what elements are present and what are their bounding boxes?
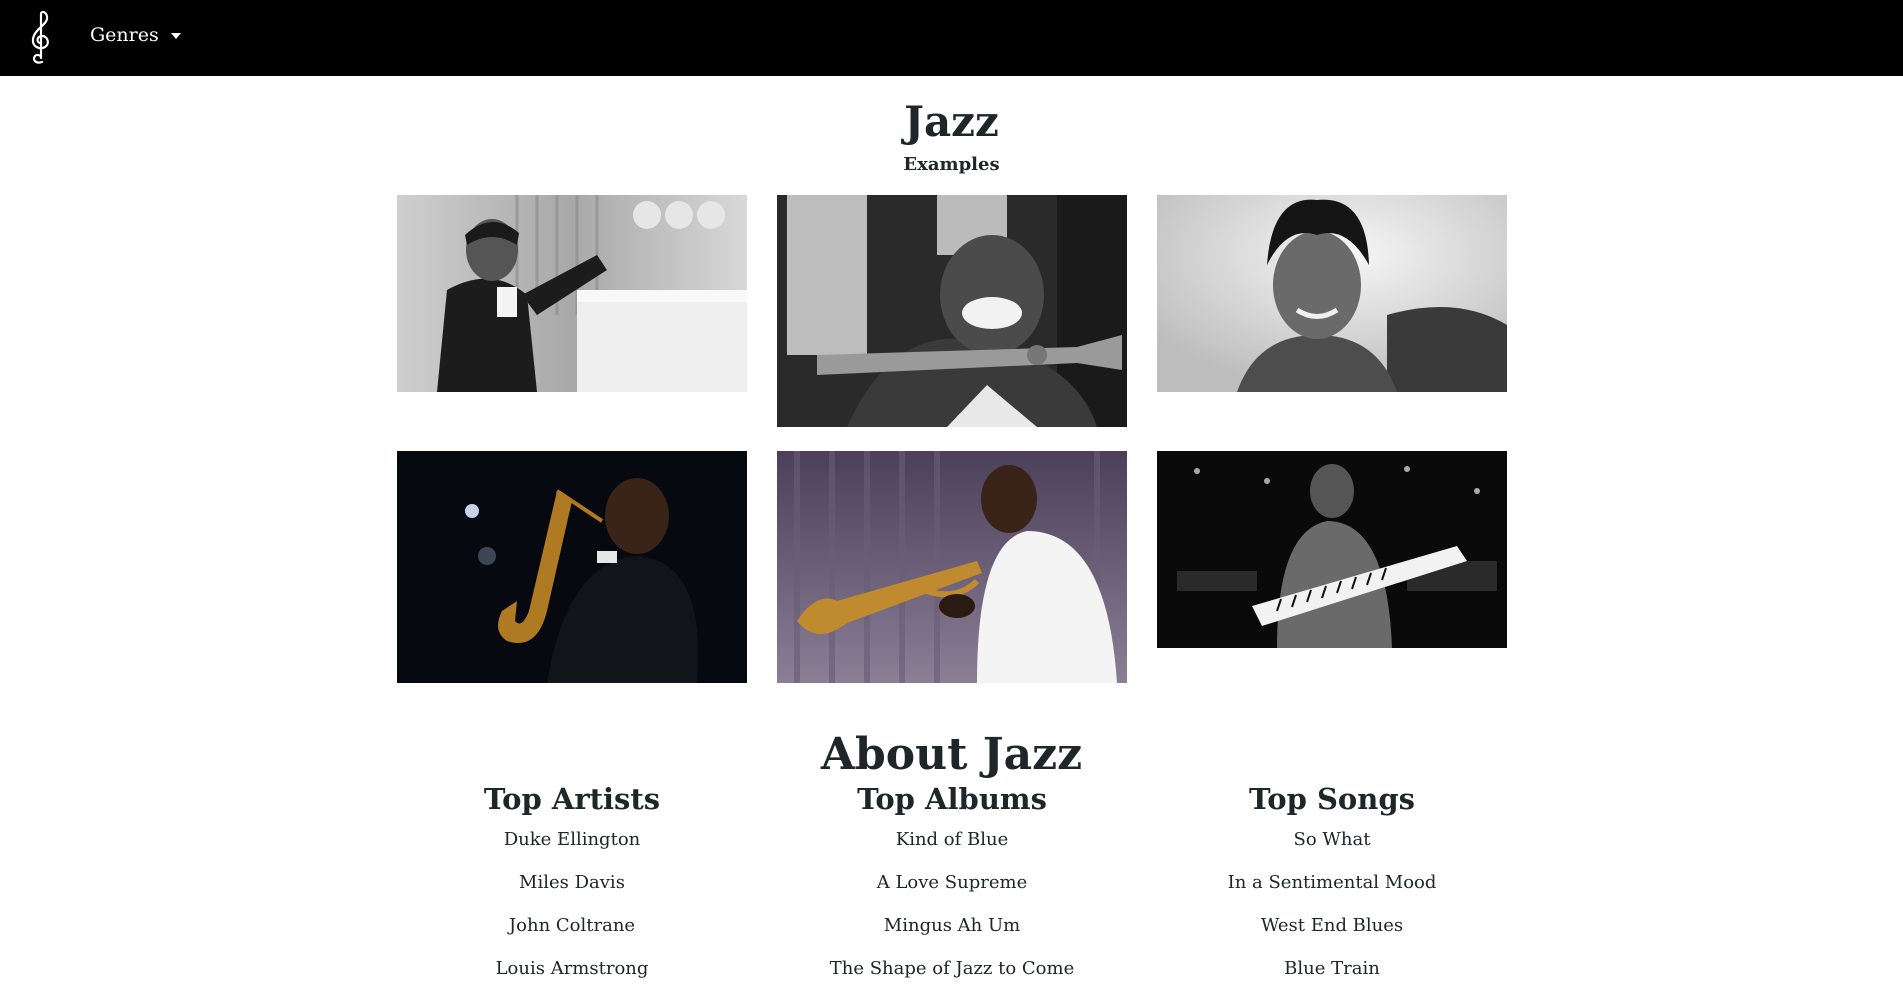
top-albums-column: Top Albums Kind of Blue A Love Supreme M… [777, 780, 1127, 990]
list-item: John Coltrane [508, 915, 636, 936]
top-artists-column: Top Artists Duke Ellington Miles Davis J… [397, 780, 747, 990]
top-songs-column: Top Songs So What In a Sentimental Mood … [1157, 780, 1507, 990]
page-title: Jazz [904, 97, 999, 146]
chevron-down-icon [170, 33, 181, 39]
list-item: Louis Armstrong [495, 958, 649, 979]
genres-label: Genres [90, 24, 159, 46]
photo-miles-davis [777, 451, 1127, 683]
list-item: The Shape of Jazz to Come [829, 958, 1075, 979]
about-title: About Jazz [820, 729, 1083, 780]
list-item: Miles Davis [519, 872, 625, 893]
top-artists-heading: Top Artists [483, 782, 661, 816]
top-artists-list: Duke Ellington Miles Davis John Coltrane… [397, 818, 747, 990]
list-item: Duke Ellington [503, 829, 641, 850]
list-item: Kind of Blue [895, 829, 1009, 850]
top-songs-heading: Top Songs [1249, 782, 1415, 816]
top-albums-list: Kind of Blue A Love Supreme Mingus Ah Um… [777, 818, 1127, 990]
photo-john-coltrane [397, 451, 747, 683]
list-item: In a Sentimental Mood [1227, 872, 1437, 893]
list-item: Blue Train [1284, 958, 1380, 979]
photo-duke-ellington [397, 195, 747, 392]
navbar: Genres [0, 0, 1903, 76]
treble-clef-icon[interactable] [26, 10, 56, 66]
list-item: Mingus Ah Um [883, 915, 1021, 936]
genres-dropdown[interactable]: Genres [90, 24, 181, 46]
photo-herbie-hancock [1157, 451, 1507, 648]
top-songs-list: So What In a Sentimental Mood West End B… [1157, 818, 1507, 990]
photo-louis-armstrong [777, 195, 1127, 427]
examples-subtitle: Examples [903, 154, 1000, 175]
list-item: A Love Supreme [876, 872, 1028, 893]
photo-ella-fitzgerald [1157, 195, 1507, 392]
list-item: West End Blues [1260, 915, 1404, 936]
list-item: So What [1293, 829, 1371, 850]
top-albums-heading: Top Albums [857, 782, 1047, 816]
